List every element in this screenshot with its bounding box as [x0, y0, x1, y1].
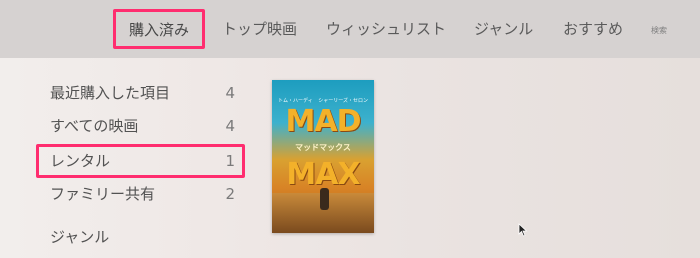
sidebar-item-label: すべての映画: [50, 117, 139, 135]
sidebar-item-recently-purchased[interactable]: 最近購入した項目 4: [50, 81, 235, 105]
nav-tab-genres[interactable]: ジャンル: [474, 16, 533, 42]
sidebar-item-label: 最近購入した項目: [50, 84, 171, 102]
poster-figure-art: [320, 188, 329, 210]
poster-actor-right: シャーリーズ・セロン: [318, 98, 368, 104]
nav-tab-recommended[interactable]: おすすめ: [563, 16, 623, 42]
nav-tab-top-movies[interactable]: トップ映画: [222, 16, 297, 42]
sidebar-item-rentals[interactable]: レンタル 1: [36, 144, 245, 178]
sidebar-item-label: レンタル: [50, 152, 111, 170]
top-navigation-bar: 購入済み トップ映画 ウィッシュリスト ジャンル おすすめ 検索: [0, 0, 700, 58]
nav-search[interactable]: 検索: [651, 25, 667, 36]
poster-actor-left: トム・ハーディ: [278, 98, 313, 104]
sidebar-item-family-sharing[interactable]: ファミリー共有 2: [50, 182, 235, 206]
sidebar-item-count: 2: [225, 185, 235, 203]
poster-subtitle: マッドマックス: [295, 143, 351, 152]
mouse-pointer-icon: [518, 223, 528, 237]
sidebar-item-label: ファミリー共有: [50, 185, 156, 203]
poster-title-line1: MAD: [285, 104, 362, 139]
sidebar-item-all-movies[interactable]: すべての映画 4: [50, 114, 235, 138]
sidebar-item-count: 1: [225, 152, 235, 170]
nav-tab-purchased[interactable]: 購入済み: [113, 9, 205, 49]
sidebar-item-count: 4: [225, 84, 235, 102]
poster-title-line2: MAX: [286, 157, 360, 192]
movie-poster-mad-max[interactable]: トム・ハーディ シャーリーズ・セロン MAD マッドマックス MAX: [272, 80, 374, 233]
sidebar-item-genres[interactable]: ジャンル: [50, 225, 235, 249]
sidebar-item-count: 4: [225, 117, 235, 135]
sidebar-item-label: ジャンル: [50, 228, 110, 246]
nav-tab-wishlist[interactable]: ウィッシュリスト: [326, 16, 446, 42]
poster-cast-names: トム・ハーディ シャーリーズ・セロン: [278, 97, 368, 104]
